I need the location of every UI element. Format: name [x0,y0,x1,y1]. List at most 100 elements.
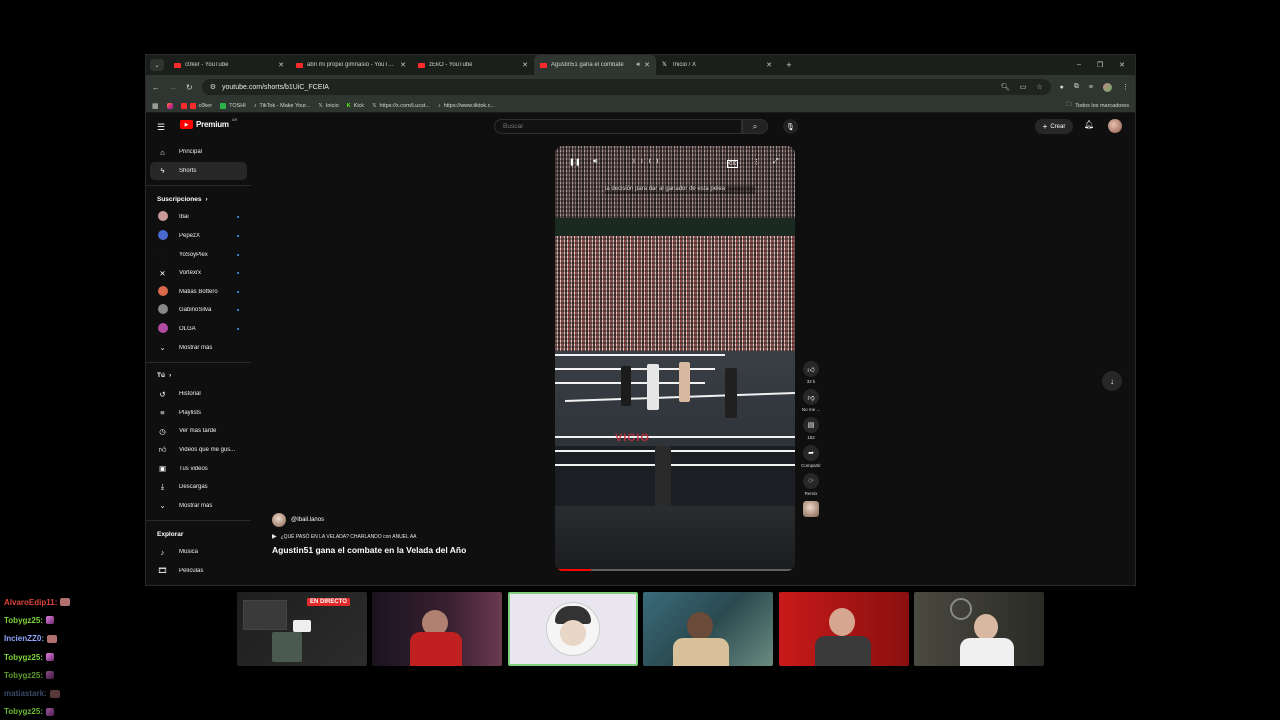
restore-icon[interactable]: ❐ [1097,61,1103,69]
dislike-button[interactable]: 👎︎ No me ... [798,389,824,412]
sidebar-item-pepezx[interactable]: PepezX [146,227,251,246]
bookmark-star-icon[interactable]: ☆ [1036,83,1042,91]
webcam-6 [914,592,1044,666]
video-progress-bar[interactable] [555,569,795,571]
sidebar-item-matias-bottero[interactable]: Matias Bottero [146,283,251,302]
bookmark-inicio[interactable]: 𝕏 Inicio [318,103,338,109]
new-tab-button[interactable]: + [782,60,796,70]
channel-avatar[interactable] [272,513,286,527]
sidebar-item-playlists[interactable]: ≡ Playlists [146,404,251,423]
sidebar-item-label: Películas [179,567,204,574]
sidebar-item-olga[interactable]: OLGA [146,320,251,339]
bookmark-x-link[interactable]: 𝕏https://x.com/Lucst... [372,103,430,109]
minimize-icon[interactable]: – [1077,61,1081,69]
sidebar-item-peliculas[interactable]: 🎞︎ Películas [146,562,251,581]
forward-icon[interactable]: → [169,83,177,92]
volume-slider[interactable]: ı ı ı ı [633,158,661,165]
related-video-link[interactable]: ▶ ¿QUÉ PASÓ EN LA VELADA? CHARLANDO con … [272,533,532,541]
fullscreen-icon[interactable]: ⤢ [773,158,779,166]
you-header[interactable]: Tú › [146,367,251,385]
next-short-button[interactable]: ↓ [1102,371,1122,391]
sidebar-item-label: Mostrar más [179,502,213,509]
tab-2[interactable]: abri mi propio gimnasio - YouTube ✕ [290,55,412,75]
close-window-icon[interactable]: ✕ [1119,61,1125,69]
tab-1[interactable]: c0ker - YouTube ✕ [168,55,290,75]
extension-icon[interactable]: ● [1060,84,1064,91]
all-bookmarks[interactable]: 🗀 Todos los marcadores [1067,101,1129,110]
tab-4-active[interactable]: Agustin51 gana el combate 🔊︎ ✕ [534,55,656,75]
close-icon[interactable]: ✕ [766,61,772,69]
zoom-icon[interactable]: 🔍︎ [1001,83,1010,91]
close-icon[interactable]: ✕ [400,61,406,69]
reload-icon[interactable]: ↻ [186,83,193,92]
instagram-bookmark[interactable] [166,102,173,109]
sidebar-item-principal[interactable]: ⌂ Principal [146,143,251,162]
close-icon[interactable]: ✕ [644,61,650,69]
search-input[interactable]: Buscar [494,119,742,134]
comments-button[interactable]: ▤ 152 [798,417,824,440]
menu-icon[interactable]: ☰ [157,122,165,133]
bookmark-tiktok-link[interactable]: ♪ https://www.tiktok.c... [438,103,495,109]
tab-5[interactable]: 𝕏 Inicio / X ✕ [656,55,778,75]
bookmarks-bar: ▦ c0ker TOSHI ♪ TikTok - Make Your... 𝕏 In… [146,99,1135,113]
address-bar[interactable]: ⚙ youtube.com/shorts/b1UiC_FCEIA 🔍︎ ▭ ☆ [201,79,1051,95]
voice-search-button[interactable]: 🎙︎ [783,119,798,134]
search-button[interactable]: ⌕ [742,119,768,134]
bookmark-kick[interactable]: K Kick [347,103,364,109]
channel-name[interactable]: @Ibail.lanos [291,517,324,523]
sidebar-item-ibai[interactable]: Ibai [146,208,251,227]
kebab-menu-icon[interactable]: ⋮ [1122,83,1129,91]
sidebar-item-descargas[interactable]: ⤓ Descargas [146,478,251,497]
bookmark-label: c0ker [198,102,213,109]
volume-icon[interactable]: 🔊︎ [593,158,597,166]
sidebar-item-ver-mas-tarde[interactable]: ◷ Ver más tarde [146,422,251,441]
create-button[interactable]: + Crear [1035,119,1073,134]
sidebar-item-historial[interactable]: ↺ Historial [146,385,251,404]
url-text[interactable]: youtube.com/shorts/b1UiC_FCEIA [222,84,995,91]
chat-username: AlvaroEdip11: [4,597,58,607]
tab-3[interactable]: zEkO - YouTube ✕ [412,55,534,75]
sidebar-item-yosoyplex[interactable]: YoSoyPlex [146,245,251,264]
tab-search-button[interactable]: ⌄ [150,59,164,71]
short-video-player[interactable]: VICIO la decisión para dar al ganador de… [555,146,795,571]
bookmark-tiktok[interactable]: ♪ TikTok - Make Your... [254,103,311,109]
share-button[interactable]: ➦ Compartir [798,445,824,468]
close-icon[interactable]: ✕ [522,61,528,69]
bell-icon[interactable]: 🔔︎ [1084,120,1094,129]
subscriptions-header[interactable]: Suscripciones › [146,190,251,208]
sidebar-show-more-you[interactable]: ⌄ Mostrar más [146,497,251,516]
sidebar-item-gabinosilva[interactable]: GabinoSilva [146,301,251,320]
sidebar-item-musica[interactable]: ♪ Música [146,543,251,562]
sidebar-item-liked-videos[interactable]: 👍︎ Videos que me gus... [146,441,251,460]
sidebar-item-tus-videos[interactable]: ▣ Tus videos [146,459,251,478]
more-options-icon[interactable]: ⋮ [753,158,760,166]
pause-icon[interactable]: ❚❚ [569,158,581,166]
cast-icon[interactable]: ▭ [1020,83,1027,91]
profile-avatar[interactable] [1103,82,1112,92]
apps-grid-icon[interactable]: ▦ [152,102,159,110]
site-info-icon[interactable]: ⚙ [210,83,216,91]
remix-button[interactable]: ⟳ Remix [798,473,824,496]
account-avatar[interactable] [1108,119,1122,133]
sidebar-item-shorts[interactable]: ϟ Shorts [150,161,247,181]
sidebar-item-vortexrx[interactable]: ✕ Vortexrx [146,264,251,283]
bookmark-toshi[interactable]: TOSHI [220,102,246,109]
home-icon: ⌂ [160,147,165,157]
extensions-puzzle-icon[interactable]: ⧉ [1074,83,1079,91]
sidebar-show-more-subscriptions[interactable]: ⌄ Mostrar más [146,338,251,357]
like-count: 32 k [806,379,816,384]
bookmark-c0ker[interactable]: c0ker [180,102,213,109]
media-icon[interactable]: ≡ [1089,84,1093,91]
sidebar-item-label: GabinoSilva [179,307,212,314]
close-icon[interactable]: ✕ [278,61,284,69]
like-button[interactable]: 👍︎ 32 k [798,361,824,384]
emote-icon [47,634,58,643]
sound-thumbnail[interactable] [803,501,819,517]
chevron-down-icon: ⌄ [159,343,166,353]
youtube-logo[interactable]: ▶ Premium AR [180,117,237,129]
channel-row[interactable]: @Ibail.lanos [272,513,532,527]
speaker-icon[interactable]: 🔊︎ [636,62,640,69]
back-icon[interactable]: ← [152,83,160,92]
captions-icon[interactable]: CC [727,160,739,168]
history-icon: ↺ [159,389,166,399]
